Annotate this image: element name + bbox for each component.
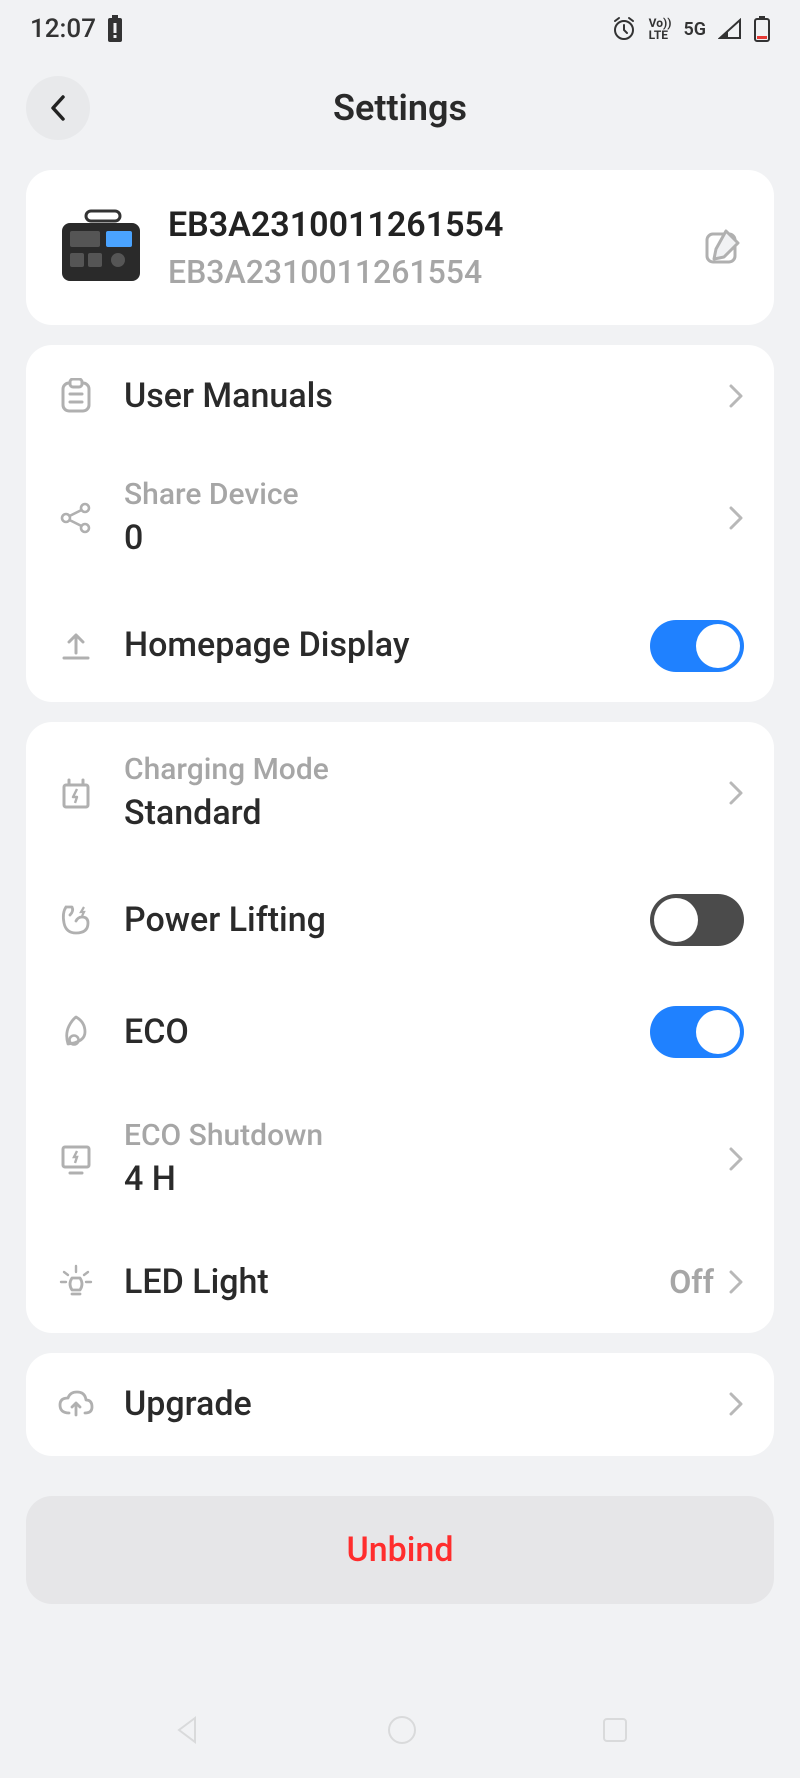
row-sub: Charging Mode [124,752,728,788]
monitor-power-icon [56,1139,96,1179]
light-icon [56,1262,96,1302]
led-light-row[interactable]: LED Light Off [26,1231,774,1334]
chevron-left-icon [46,94,70,122]
network-label: 5G [683,19,706,40]
chevron-right-icon [728,1391,744,1417]
unbind-button[interactable]: Unbind [26,1496,774,1604]
row-title: Power Lifting [124,899,650,942]
signal-icon [718,18,742,40]
chevron-right-icon [728,383,744,409]
power-lifting-toggle[interactable] [650,894,744,946]
power-lifting-row: Power Lifting [26,864,774,976]
status-right: Vo))LTE 5G [611,16,770,42]
nav-home-button[interactable] [384,1712,420,1748]
device-image [56,207,146,287]
row-sub: Share Device [124,477,728,513]
status-left: 12:07 [30,14,124,44]
device-text: EB3A2310011261554 EB3A2310011261554 [168,204,700,291]
eco-shutdown-row[interactable]: ECO Shutdown 4 H [26,1088,774,1231]
header: Settings [0,54,800,170]
device-name: EB3A2310011261554 [168,204,700,247]
eco-row: ECO [26,976,774,1088]
settings-group-1: User Manuals Share Device 0 Homepage Dis… [26,345,774,702]
nav-back-button[interactable] [169,1712,205,1748]
system-nav-bar [0,1692,800,1768]
muscle-icon [56,900,96,940]
cloud-upload-icon [56,1384,96,1424]
chevron-right-icon [728,1269,744,1295]
battery-charge-icon [56,773,96,813]
settings-group-2: Charging Mode Standard Power Lifting ECO… [26,722,774,1334]
share-device-row[interactable]: Share Device 0 [26,447,774,590]
charging-mode-row[interactable]: Charging Mode Standard [26,722,774,865]
alarm-icon [611,16,637,42]
eco-toggle[interactable] [650,1006,744,1058]
unbind-label: Unbind [346,1530,453,1570]
user-manuals-row[interactable]: User Manuals [26,345,774,448]
row-sub: ECO Shutdown [124,1118,728,1154]
clock: 12:07 [30,14,96,44]
row-title: ECO [124,1011,650,1054]
row-title: User Manuals [124,375,728,418]
eco-icon [56,1012,96,1052]
battery-icon [754,16,770,42]
row-title: Upgrade [124,1383,728,1426]
row-value: 0 [124,517,728,560]
row-title: Homepage Display [124,624,650,667]
device-subname: EB3A2310011261554 [168,253,700,291]
row-title: LED Light [124,1261,669,1304]
upgrade-row[interactable]: Upgrade [26,1353,774,1456]
chevron-right-icon [728,505,744,531]
volte-icon: Vo))LTE [649,17,672,41]
chevron-right-icon [728,1146,744,1172]
upload-icon [56,626,96,666]
settings-group-3: Upgrade [26,1353,774,1456]
row-value: 4 H [124,1158,728,1201]
battery-saver-icon [106,15,124,43]
page-title: Settings [333,87,467,129]
status-bar: 12:07 Vo))LTE 5G [0,0,800,54]
nav-recent-button[interactable] [599,1714,631,1746]
led-light-value: Off [669,1263,714,1301]
homepage-display-row: Homepage Display [26,590,774,702]
back-button[interactable] [26,76,90,140]
document-icon [56,376,96,416]
homepage-display-toggle[interactable] [650,620,744,672]
share-icon [56,498,96,538]
edit-button[interactable] [700,225,744,269]
edit-icon [702,227,742,267]
chevron-right-icon [728,780,744,806]
row-value: Standard [124,792,728,835]
device-card: EB3A2310011261554 EB3A2310011261554 [26,170,774,325]
